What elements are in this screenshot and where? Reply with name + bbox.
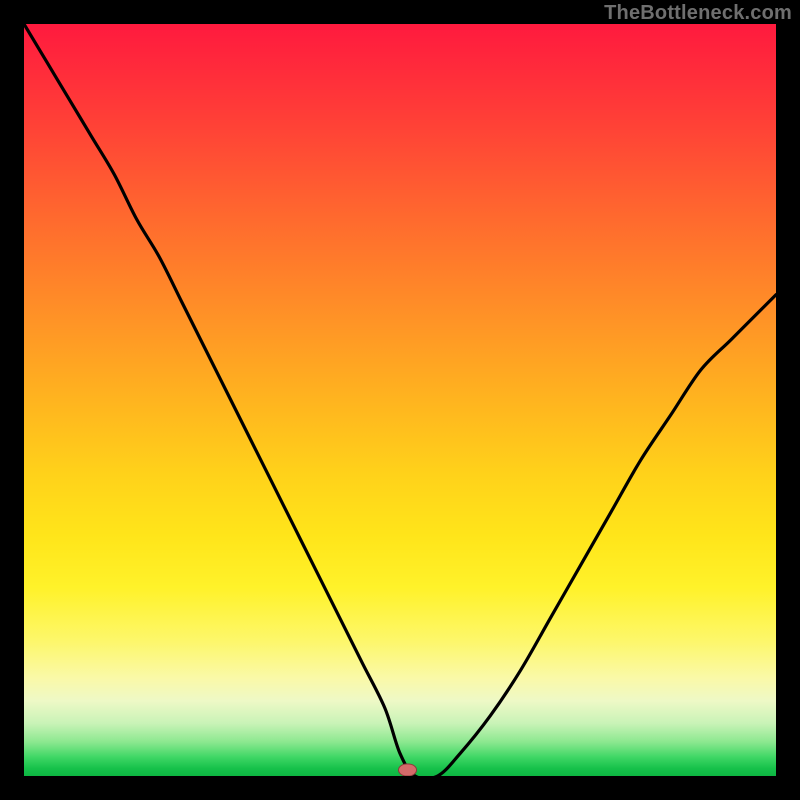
bottleneck-curve <box>24 24 776 776</box>
valley-marker <box>398 764 416 776</box>
curve-svg <box>24 24 776 776</box>
chart-frame: TheBottleneck.com <box>0 0 800 800</box>
plot-area <box>24 24 776 776</box>
attribution-text: TheBottleneck.com <box>604 2 792 25</box>
